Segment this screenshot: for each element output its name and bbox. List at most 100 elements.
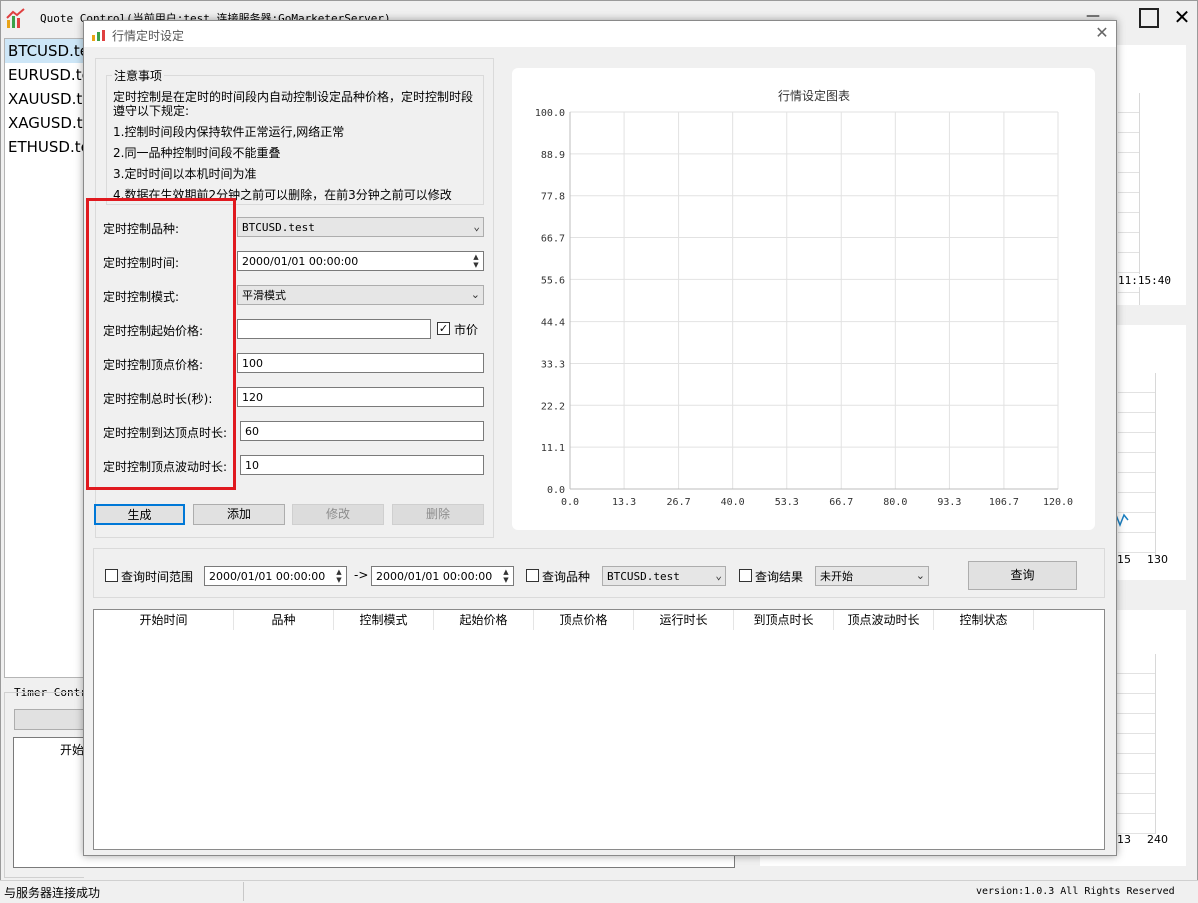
query-result-checkbox[interactable] [739, 569, 752, 582]
notice-rule: 1.控制时间段内保持软件正常运行,网络正常 [113, 125, 345, 139]
status-text: 与服务器连接成功 [4, 886, 101, 900]
peak-price-input[interactable]: 100 [237, 353, 484, 373]
timer-list-header: 开始 [60, 743, 85, 757]
chart-y-tick-label: 22.2 [541, 401, 565, 412]
column-header-symbol[interactable]: 品种 [234, 610, 334, 630]
market-price-label: 市价 [454, 323, 479, 337]
symbol-select-value: BTCUSD.test [242, 221, 315, 234]
chart-x-tick-label: 93.3 [937, 497, 961, 508]
duration-input[interactable]: 120 [237, 387, 484, 407]
chart-x-tick-label: 40.0 [721, 497, 745, 508]
bg-chart-time-label: 11:15:40 [1118, 274, 1171, 287]
chart-x-tick-label: 13.3 [612, 497, 636, 508]
query-result-select[interactable]: 未开始 ⌄ [815, 566, 929, 586]
chevron-down-icon: ⌄ [915, 569, 925, 582]
query-time-to[interactable]: 2000/01/01 00:00:00 ▲ ▼ [371, 566, 514, 586]
time-range-arrow: -> [354, 568, 369, 582]
bg-chart-tick: 130 [1147, 553, 1168, 566]
query-symbol-label: 查询品种 [542, 570, 591, 584]
query-time-from[interactable]: 2000/01/01 00:00:00 ▲ ▼ [204, 566, 347, 586]
spin-arrows-icon[interactable]: ▲ ▼ [333, 568, 345, 584]
chart-y-tick-label: 55.6 [541, 275, 565, 286]
column-header-status[interactable]: 控制状态 [934, 610, 1034, 630]
chart-y-tick-label: 11.1 [541, 443, 565, 454]
column-header-peak-wave[interactable]: 顶点波动时长 [834, 610, 934, 630]
symbol-list: BTCUSD.te EURUSD.te XAUUSD.te XAGUSD.te … [4, 38, 92, 678]
chart-y-tick-label: 0.0 [547, 485, 565, 496]
chart-title: 行情设定图表 [778, 88, 850, 103]
market-price-checkbox[interactable]: ✓ [437, 322, 450, 335]
symbol-item[interactable]: ETHUSD.te [5, 135, 90, 159]
query-button[interactable]: 查询 [968, 561, 1077, 590]
query-time-checkbox[interactable] [105, 569, 118, 582]
start-price-input[interactable] [237, 319, 431, 339]
notice-rule: 3.定时时间以本机时间为准 [113, 167, 257, 181]
symbol-item[interactable]: EURUSD.te [5, 63, 91, 87]
chart-x-tick-label: 106.7 [989, 497, 1019, 508]
generate-button[interactable]: 生成 [94, 504, 185, 525]
symbol-item[interactable]: BTCUSD.te [5, 39, 89, 63]
time-picker[interactable]: 2000/01/01 00:00:00 ▲ ▼ [237, 251, 484, 271]
symbol-select[interactable]: BTCUSD.test ⌄ [237, 217, 484, 237]
column-header-start-price[interactable]: 起始价格 [434, 610, 534, 630]
bg-chart-grid [1116, 654, 1156, 834]
notice-rule: 2.同一品种控制时间段不能重叠 [113, 146, 281, 160]
query-time-label: 查询时间范围 [121, 570, 194, 584]
chart-y-tick-label: 33.3 [541, 359, 565, 370]
chevron-down-icon: ⌄ [473, 220, 480, 233]
bg-chart-line [1116, 513, 1129, 528]
spin-arrows-icon[interactable]: ▲ ▼ [470, 253, 482, 269]
version-text: version:1.0.3 All Rights Reserved [976, 886, 1175, 897]
quote-chart: 行情设定图表 0.0 13.3 26.7 40.0 53.3 66.7 80.0 93.3 106… [535, 88, 1073, 508]
bg-chart-grid [1118, 373, 1156, 558]
time-picker-value: 2000/01/01 00:00:00 [242, 255, 359, 268]
query-time-to-value: 2000/01/01 00:00:00 [376, 570, 493, 583]
symbol-item[interactable]: XAUUSD.te [5, 87, 91, 111]
chart-y-tick-label: 66.7 [541, 234, 565, 245]
column-header-peak-price[interactable]: 顶点价格 [534, 610, 634, 630]
chart-x-tick-label: 66.7 [829, 497, 853, 508]
maximize-button[interactable] [1139, 8, 1159, 28]
chart-y-tick-label: 77.8 [541, 192, 565, 203]
chart-x-tick-label: 53.3 [775, 497, 799, 508]
status-divider [243, 882, 244, 901]
chart-y-tick-label: 100.0 [535, 108, 565, 119]
dialog-icon [91, 26, 107, 42]
results-table: 开始时间 品种 控制模式 起始价格 顶点价格 运行时长 到顶点时长 顶点波动时长… [93, 609, 1105, 850]
mode-select[interactable]: 平滑模式 ⌄ [237, 285, 484, 305]
column-header-start-time[interactable]: 开始时间 [94, 610, 234, 630]
modify-button[interactable]: 修改 [292, 504, 384, 525]
add-button[interactable]: 添加 [193, 504, 285, 525]
timer-button[interactable] [14, 709, 84, 730]
column-header-mode[interactable]: 控制模式 [334, 610, 434, 630]
notice-text: 遵守以下规定: [113, 104, 190, 118]
bg-chart-tick: 240 [1147, 833, 1168, 846]
chart-x-tick-label: 120.0 [1043, 497, 1073, 508]
query-result-label: 查询结果 [755, 570, 804, 584]
highlight-box [86, 198, 236, 490]
to-peak-input[interactable]: 60 [240, 421, 484, 441]
chart-y-tick-label: 88.9 [541, 150, 565, 161]
query-time-from-value: 2000/01/01 00:00:00 [209, 570, 326, 583]
close-window-button[interactable]: ✕ [1170, 5, 1194, 29]
spin-arrows-icon[interactable]: ▲ ▼ [500, 568, 512, 584]
delete-button[interactable]: 删除 [392, 504, 484, 525]
bg-chart-panel-2 [1116, 325, 1186, 580]
query-result-value: 未开始 [820, 570, 853, 583]
bg-chart-panel-1 [1116, 45, 1186, 305]
bg-chart-tick: 13 [1117, 833, 1131, 846]
peak-wave-input[interactable]: 10 [240, 455, 484, 475]
query-symbol-checkbox[interactable] [526, 569, 539, 582]
chart-x-tick-label: 80.0 [883, 497, 907, 508]
checkmark-icon: ✓ [438, 322, 449, 335]
chevron-down-icon: ⌄ [470, 288, 480, 301]
mode-select-value: 平滑模式 [242, 289, 286, 302]
app-icon [5, 8, 27, 30]
dialog-close-icon[interactable]: ✕ [1092, 23, 1112, 43]
notice-legend: 注意事项 [112, 67, 165, 84]
symbol-item[interactable]: XAGUSD.te [5, 111, 92, 135]
query-symbol-select[interactable]: BTCUSD.test ⌄ [602, 566, 726, 586]
dialog-title: 行情定时设定 [112, 29, 185, 43]
column-header-to-peak[interactable]: 到顶点时长 [734, 610, 834, 630]
column-header-run-duration[interactable]: 运行时长 [634, 610, 734, 630]
